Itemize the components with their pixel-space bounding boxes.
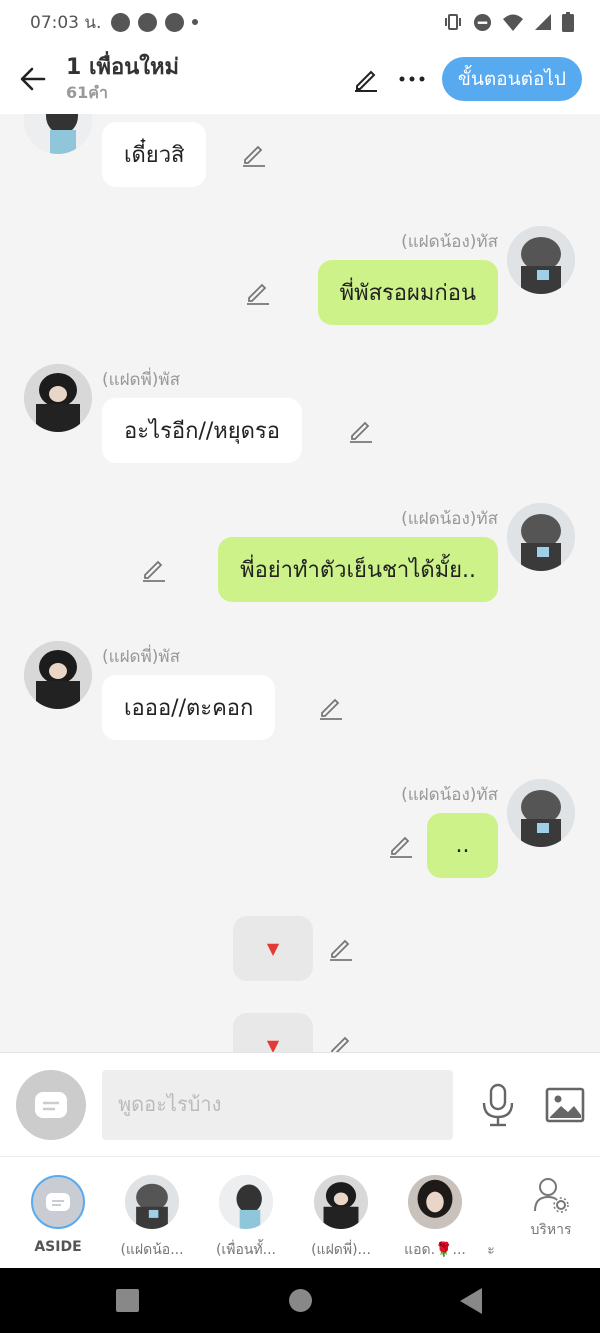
character-1-avatar[interactable] [507, 503, 575, 571]
status-time: 07:03 น. [30, 12, 102, 33]
character-1-avatar [125, 1175, 179, 1229]
character-3-avatar[interactable] [24, 641, 92, 709]
character-3-avatar[interactable] [24, 364, 92, 432]
character-4-avatar [408, 1175, 462, 1229]
speaker-name: (แฝดพี่)พัส [102, 370, 181, 390]
manage-label: บริหาร [530, 1222, 572, 1238]
edit-marker-pencil-icon[interactable] [327, 1032, 355, 1052]
edit-message-pencil-icon[interactable] [244, 279, 272, 307]
more-horizontal-icon [399, 76, 425, 82]
more-options-button[interactable] [396, 63, 428, 95]
signal-icon [535, 14, 551, 30]
message-bubble[interactable]: .. [427, 813, 498, 878]
speaker-name: (แฝดน้อง)ทัส [401, 509, 498, 529]
back-triangle-icon[interactable] [460, 1288, 482, 1314]
wifi-icon [503, 14, 523, 31]
more-notifications-dot-icon [192, 19, 199, 25]
character-3-avatar [314, 1175, 368, 1229]
line-notification-icon [111, 12, 131, 32]
top-app-bar: 1 เพื่อนใหม่ 61คำ ขั้นตอนต่อไป [0, 44, 600, 114]
tray-item-partial[interactable]: ะ [482, 1175, 500, 1261]
system-nav-bar [0, 1268, 600, 1333]
message-input[interactable] [102, 1070, 453, 1140]
recent-apps-icon[interactable] [116, 1289, 139, 1312]
status-bar: 07:03 น. [0, 0, 600, 44]
edit-title-button[interactable] [350, 63, 382, 95]
character-tray: ASIDE (แฝดน้อ... (เพื่อนทั้... (แฝดพี่).… [0, 1156, 600, 1268]
chat-bubble-icon [46, 1193, 70, 1211]
scene-marker[interactable]: ▼ [233, 1013, 313, 1052]
edit-message-pencil-icon[interactable] [347, 417, 375, 445]
character-1-avatar[interactable] [507, 226, 575, 294]
compose-bar [0, 1052, 600, 1156]
pencil-icon [354, 70, 377, 92]
scene-marker[interactable]: ▼ [233, 916, 313, 981]
tray-label: (แฝดพี่)... [311, 1242, 371, 1258]
message-bubble[interactable]: อะไรอีก//หยุดรอ [102, 398, 302, 463]
edit-message-pencil-icon[interactable] [317, 694, 345, 722]
tray-item-character-1[interactable]: (แฝดน้อ... [104, 1175, 200, 1261]
tray-item-character-2[interactable]: (เพื่อนทั้... [198, 1175, 294, 1261]
speaker-name: (แฝดน้อง)ทัส [401, 785, 498, 805]
image-icon[interactable] [545, 1085, 585, 1125]
character-2-avatar[interactable] [24, 114, 92, 154]
home-icon[interactable] [289, 1289, 312, 1312]
edit-message-pencil-icon[interactable] [140, 556, 168, 584]
title-block: 1 เพื่อนใหม่ 61คำ [66, 54, 179, 104]
battery-icon [562, 12, 574, 32]
microphone-icon[interactable] [480, 1083, 516, 1127]
tray-item-aside[interactable]: ASIDE [10, 1175, 106, 1255]
edit-marker-pencil-icon[interactable] [327, 935, 355, 963]
tray-item-character-3[interactable]: (แฝดพี่)... [293, 1175, 389, 1261]
tray-label: แอด.🌹... [404, 1242, 466, 1258]
speaker-name: (แฝดพี่)พัส [102, 647, 181, 667]
speaker-name: (แฝดน้อง)ทัส [401, 232, 498, 252]
vibrate-icon [445, 14, 461, 30]
manage-characters-button[interactable]: บริหาร [503, 1175, 599, 1241]
tray-label: (แฝดน้อ... [120, 1242, 184, 1258]
arrow-left-icon [20, 67, 46, 91]
aside-toggle-button[interactable] [16, 1070, 86, 1140]
tray-label: ะ [487, 1242, 495, 1258]
app-notification-icon [165, 12, 185, 32]
tray-label: ASIDE [34, 1239, 82, 1255]
character-1-avatar[interactable] [507, 779, 575, 847]
back-button[interactable] [8, 54, 58, 104]
aside-avatar [31, 1175, 85, 1229]
message-bubble[interactable]: เอออ//ตะคอก [102, 675, 276, 740]
character-2-avatar [219, 1175, 273, 1229]
edit-message-pencil-icon[interactable] [387, 832, 415, 860]
tray-label: (เพื่อนทั้... [215, 1242, 277, 1258]
manage-user-icon [534, 1178, 569, 1213]
chat-area[interactable]: เดี๋ยวสิ (แฝดน้อง)ทัส พี่พัสรอผมก่อน (แฝ… [0, 114, 600, 1052]
messenger-notification-icon [138, 12, 158, 32]
chat-bubble-icon [35, 1092, 67, 1118]
message-bubble[interactable]: เดี๋ยวสิ [102, 122, 207, 187]
do-not-disturb-icon [473, 13, 492, 31]
word-count: 61คำ [66, 83, 108, 102]
edit-message-pencil-icon[interactable] [240, 141, 268, 169]
next-step-button[interactable]: ขั้นตอนต่อไป [441, 57, 582, 101]
page-title: 1 เพื่อนใหม่ [66, 55, 179, 80]
tray-item-character-4[interactable]: แอด.🌹... [387, 1175, 483, 1261]
message-bubble[interactable]: พี่พัสรอผมก่อน [317, 260, 498, 325]
message-bubble[interactable]: พี่อย่าทำตัวเย็นชาได้มั้ย.. [218, 537, 498, 602]
